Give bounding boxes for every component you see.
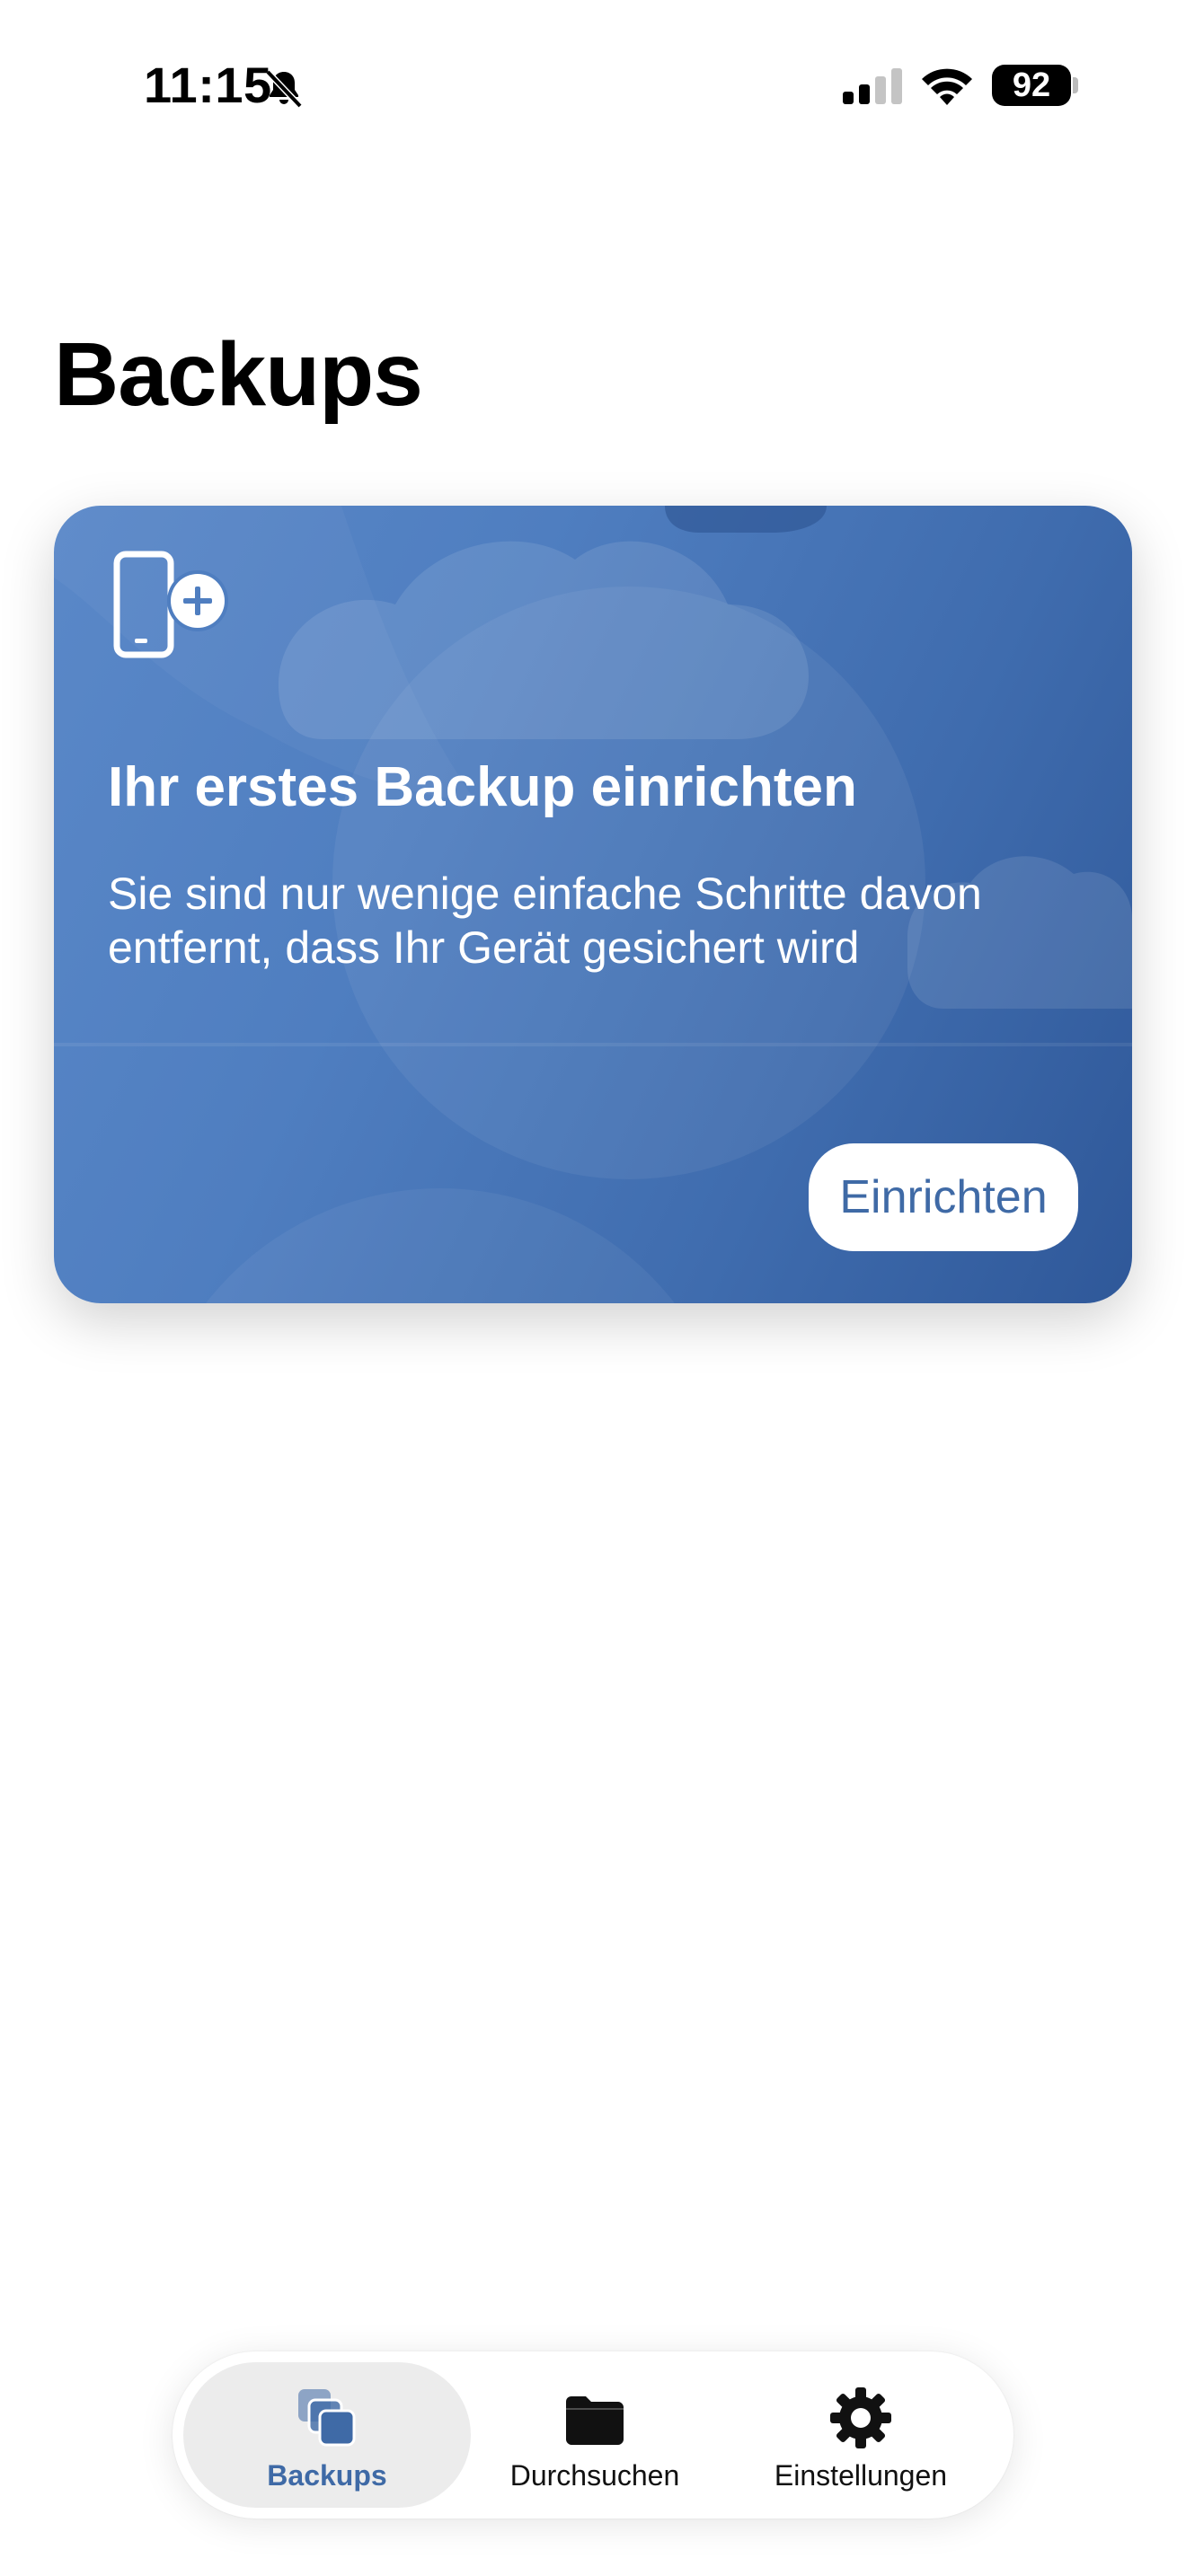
folder-icon [566, 2396, 624, 2445]
tab-backups[interactable]: Backups [183, 2362, 471, 2508]
card-description: Sie sind nur wenige einfache Schritte da… [108, 869, 982, 973]
gear-icon [830, 2387, 891, 2448]
battery-level: 92 [1012, 66, 1051, 104]
tab-bar: Backups Durchsuchen Einstellungen [173, 2351, 1013, 2519]
screen: 11:15 92 Backups Ihr erstes Backup einri… [0, 0, 1186, 2576]
tab-browse-label: Durchsuchen [509, 2459, 680, 2492]
status-bar: 11:15 92 [0, 0, 1186, 171]
stacked-copies-icon [298, 2389, 356, 2447]
battery-nub [1073, 77, 1078, 93]
bell-slash-icon [265, 69, 303, 109]
setup-button[interactable]: Einrichten [809, 1143, 1078, 1251]
battery-icon: 92 [992, 65, 1071, 106]
card-title: Ihr erstes Backup einrichten [108, 756, 857, 818]
tab-browse[interactable]: Durchsuchen [471, 2362, 719, 2508]
setup-button-label: Einrichten [839, 1171, 1048, 1223]
status-time: 11:15 [144, 57, 272, 113]
cellular-signal-icon [843, 68, 902, 104]
wifi-icon [922, 68, 972, 105]
setup-backup-card[interactable]: Ihr erstes Backup einrichten Sie sind nu… [54, 506, 1132, 1303]
page-title: Backups [54, 324, 423, 425]
tab-settings[interactable]: Einstellungen [719, 2362, 1003, 2508]
tab-settings-label: Einstellungen [774, 2459, 948, 2492]
phone-plus-icon [113, 551, 228, 658]
tab-backups-label: Backups [267, 2459, 387, 2492]
